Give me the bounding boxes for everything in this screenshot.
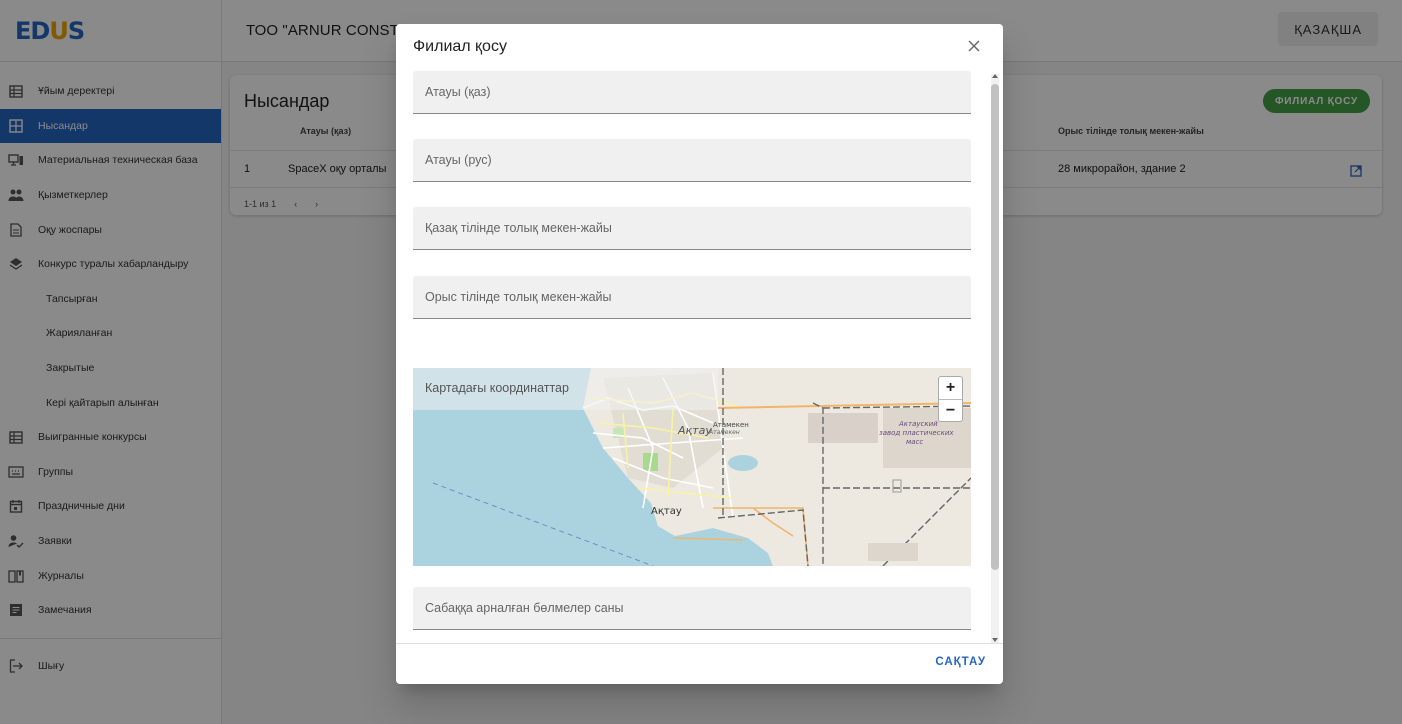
dialog-scrollbar[interactable]: [991, 74, 999, 644]
name-ru-field[interactable]: Атауы (рус): [413, 139, 971, 182]
scroll-thumb[interactable]: [991, 84, 999, 570]
map-zoom-in-button[interactable]: +: [939, 377, 962, 399]
dialog-body: Атауы (қаз) Атауы (рус) Қазақ тілінде то…: [396, 71, 1003, 643]
save-button[interactable]: САҚТАУ: [935, 656, 986, 668]
name-kz-field[interactable]: Атауы (қаз): [413, 71, 971, 114]
add-branch-dialog: Филиал қосу Атауы (қаз) Атауы (рус) Қаза…: [396, 24, 1003, 684]
map-label: Картадағы координаттар: [413, 368, 718, 410]
scroll-down-icon[interactable]: [992, 638, 998, 642]
dialog-title: Филиал қосу: [413, 38, 507, 55]
address-kz-field[interactable]: Қазақ тілінде толық мекен-жайы: [413, 207, 971, 250]
map-zoom-out-button[interactable]: −: [939, 400, 962, 422]
classroom-count-field[interactable]: Сабаққа арналған бөлмелер саны: [413, 587, 971, 630]
coordinates-map[interactable]: Картадағы координаттар Ақтау Ақтау Атаме…: [413, 368, 971, 566]
dialog-footer: САҚТАУ: [396, 643, 1003, 684]
map-zoom-control: + −: [938, 376, 963, 422]
address-ru-field[interactable]: Орыс тілінде толық мекен-жайы: [413, 276, 971, 319]
close-icon[interactable]: [967, 39, 981, 53]
scroll-up-icon[interactable]: [992, 74, 998, 78]
